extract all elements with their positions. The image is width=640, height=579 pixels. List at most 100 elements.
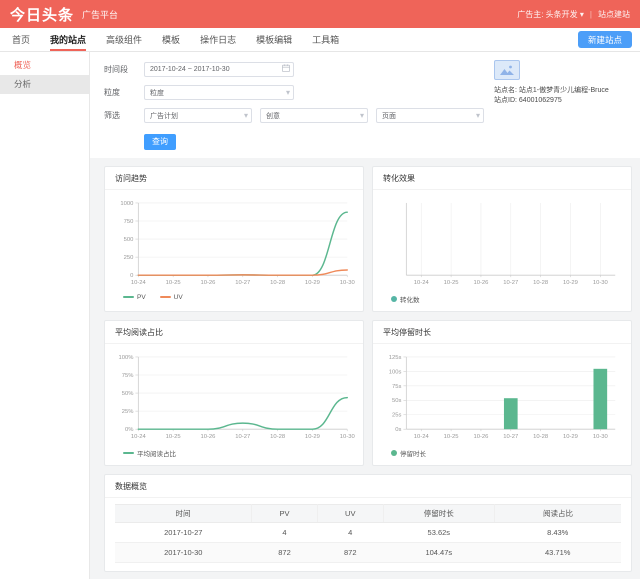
- site-name-value: 站点1-傲梦青少儿编程-Bruce: [518, 87, 609, 94]
- table-row: 2017-10-30 872 872 104.47s 43.71%: [115, 542, 621, 563]
- conversion-title: 转化效果: [373, 167, 631, 190]
- svg-text:10-28: 10-28: [270, 279, 285, 285]
- svg-text:100%: 100%: [118, 354, 133, 360]
- svg-text:75s: 75s: [392, 383, 402, 389]
- stay-duration-title: 平均停留时长: [373, 321, 631, 344]
- nav-item-toolbox[interactable]: 工具箱: [312, 28, 339, 51]
- svg-text:10-24: 10-24: [131, 279, 147, 285]
- legend-marker: [159, 296, 171, 298]
- nav-item-advanced-components[interactable]: 高级组件: [106, 28, 142, 51]
- nav-item-home[interactable]: 首页: [12, 28, 30, 51]
- ad-plan-value: 广告计划: [150, 112, 178, 120]
- stay-duration-legend: 停留时长: [373, 446, 631, 465]
- query-button[interactable]: 查询: [144, 133, 176, 150]
- chevron-down-icon: ▾: [243, 111, 248, 120]
- data-overview-title: 数据概览: [105, 475, 631, 498]
- product-name: 广告平台: [82, 9, 119, 20]
- cell-time: 2017-10-27: [115, 522, 252, 543]
- creative-select[interactable]: 创意: [260, 108, 368, 123]
- ad-plan-select[interactable]: 广告计划: [144, 108, 252, 123]
- svg-text:10-27: 10-27: [503, 279, 518, 285]
- legend-label: 平均阅读占比: [137, 450, 176, 458]
- site-builder-link[interactable]: 站点建站: [598, 9, 630, 20]
- app-header: 今日头条 广告平台 广告主: 头条开发 ▾ | 站点建站: [0, 0, 640, 28]
- cell-uv: 4: [317, 522, 384, 543]
- svg-text:10-25: 10-25: [166, 279, 181, 285]
- visit-trend-card: 访问趋势 0 250 500 750 1000 10-24 10-25 10-26 10-27 1…: [104, 165, 364, 312]
- read-ratio-chart: 0% 25% 50% 75% 100% 10-24 10-25 10-26 10-27 10-28…: [105, 344, 363, 446]
- svg-text:1000: 1000: [120, 200, 134, 206]
- col-time: 时间: [115, 503, 253, 523]
- creative-value: 创意: [266, 112, 280, 120]
- svg-text:75%: 75%: [122, 372, 134, 378]
- legend-label: PV: [137, 293, 146, 301]
- legend-label: UV: [173, 293, 183, 301]
- table-row: 2017-10-27 4 4 53.62s 8.43%: [115, 522, 621, 543]
- site-thumbnail: [494, 60, 520, 80]
- sidebar-item-overview[interactable]: 概览: [0, 56, 89, 75]
- advertiser-dropdown[interactable]: 广告主: 头条开发 ▾: [517, 9, 584, 20]
- legend-marker: [391, 449, 397, 456]
- sidebar-item-analysis[interactable]: 分析: [0, 75, 89, 94]
- svg-text:25s: 25s: [392, 412, 402, 418]
- new-site-button[interactable]: 新建站点: [577, 31, 632, 48]
- svg-text:500: 500: [124, 237, 135, 243]
- legend-item-平均阅读占比[interactable]: 平均阅读占比: [123, 448, 176, 458]
- date-range-input[interactable]: [144, 62, 294, 77]
- svg-text:10-26: 10-26: [200, 279, 215, 285]
- cell-stay-duration: 104.47s: [383, 542, 495, 563]
- chevron-down-icon: ▾: [579, 9, 584, 19]
- page-select[interactable]: 页面: [376, 108, 484, 123]
- granularity-select[interactable]: 粒度: [144, 85, 294, 100]
- cell-stay-duration: 53.62s: [383, 522, 495, 543]
- legend-label: 转化数: [400, 296, 420, 304]
- granularity-value: 粒度: [150, 89, 164, 97]
- site-name-label: 站点名:: [494, 87, 517, 94]
- toutiao-logo: 今日头条: [10, 6, 75, 24]
- legend-item-停留时长[interactable]: 停留时长: [391, 448, 426, 458]
- main-content: 时间段 粒度 粒度 ▾ 筛选: [90, 52, 640, 579]
- svg-text:100s: 100s: [389, 369, 402, 375]
- svg-text:10-30: 10-30: [593, 279, 609, 285]
- sidebar: 概览 分析: [0, 52, 90, 579]
- read-ratio-card: 平均阅读占比 0% 25% 50% 75% 100% 10-24 10-25 10-26 10-…: [104, 319, 364, 466]
- svg-text:10-30: 10-30: [340, 279, 356, 285]
- svg-text:10-29: 10-29: [305, 279, 320, 285]
- legend-marker: [123, 451, 134, 454]
- visit-trend-legend: PV UV: [105, 292, 363, 308]
- svg-text:10-29: 10-29: [563, 433, 578, 439]
- visit-trend-chart: 0 250 500 750 1000 10-24 10-25 10-26 10-27 10-28 1…: [105, 190, 363, 292]
- legend-item-PV[interactable]: PV: [123, 294, 146, 301]
- chevron-down-icon: ▾: [359, 111, 364, 120]
- col-uv: UV: [317, 503, 384, 523]
- svg-text:10-24: 10-24: [414, 279, 430, 285]
- page-value: 页面: [382, 112, 396, 120]
- legend-item-转化数[interactable]: 转化数: [391, 294, 420, 304]
- nav-item-operation-log[interactable]: 操作日志: [200, 28, 236, 51]
- nav-item-templates[interactable]: 模板: [162, 28, 180, 51]
- stay-duration-card: 平均停留时长 0s 25s 50s 75s 100s 125s 10-24 10-25 10-2…: [372, 319, 632, 466]
- nav-item-template-editor[interactable]: 模板编辑: [256, 28, 292, 51]
- col-read-ratio: 阅读占比: [494, 503, 621, 523]
- legend-item-UV[interactable]: UV: [159, 293, 183, 301]
- svg-text:10-26: 10-26: [473, 279, 488, 285]
- visit-trend-title: 访问趋势: [105, 167, 363, 190]
- cell-pv: 4: [251, 522, 318, 543]
- svg-text:10-30: 10-30: [340, 433, 356, 439]
- advertiser-label: 广告主: 头条开发: [517, 9, 578, 19]
- svg-text:10-30: 10-30: [593, 433, 609, 439]
- svg-text:10-25: 10-25: [444, 433, 459, 439]
- read-ratio-legend: 平均阅读占比: [105, 446, 363, 465]
- svg-text:10-27: 10-27: [503, 433, 518, 439]
- table-header-row: 时间 PV UV 停留时长 阅读占比: [115, 503, 621, 523]
- nav-item-my-sites[interactable]: 我的站点: [50, 28, 87, 51]
- granularity-label: 粒度: [104, 88, 120, 97]
- calendar-icon: [282, 64, 290, 75]
- svg-text:50s: 50s: [392, 398, 402, 404]
- site-id-label: 站点ID:: [494, 97, 517, 104]
- svg-text:10-26: 10-26: [200, 433, 215, 439]
- svg-text:10-25: 10-25: [166, 433, 181, 439]
- read-ratio-title: 平均阅读占比: [105, 321, 363, 344]
- svg-text:10-28: 10-28: [270, 433, 285, 439]
- site-info: 站点名: 站点1-傲梦青少儿编程-Bruce 站点ID: 64001062975: [494, 60, 628, 106]
